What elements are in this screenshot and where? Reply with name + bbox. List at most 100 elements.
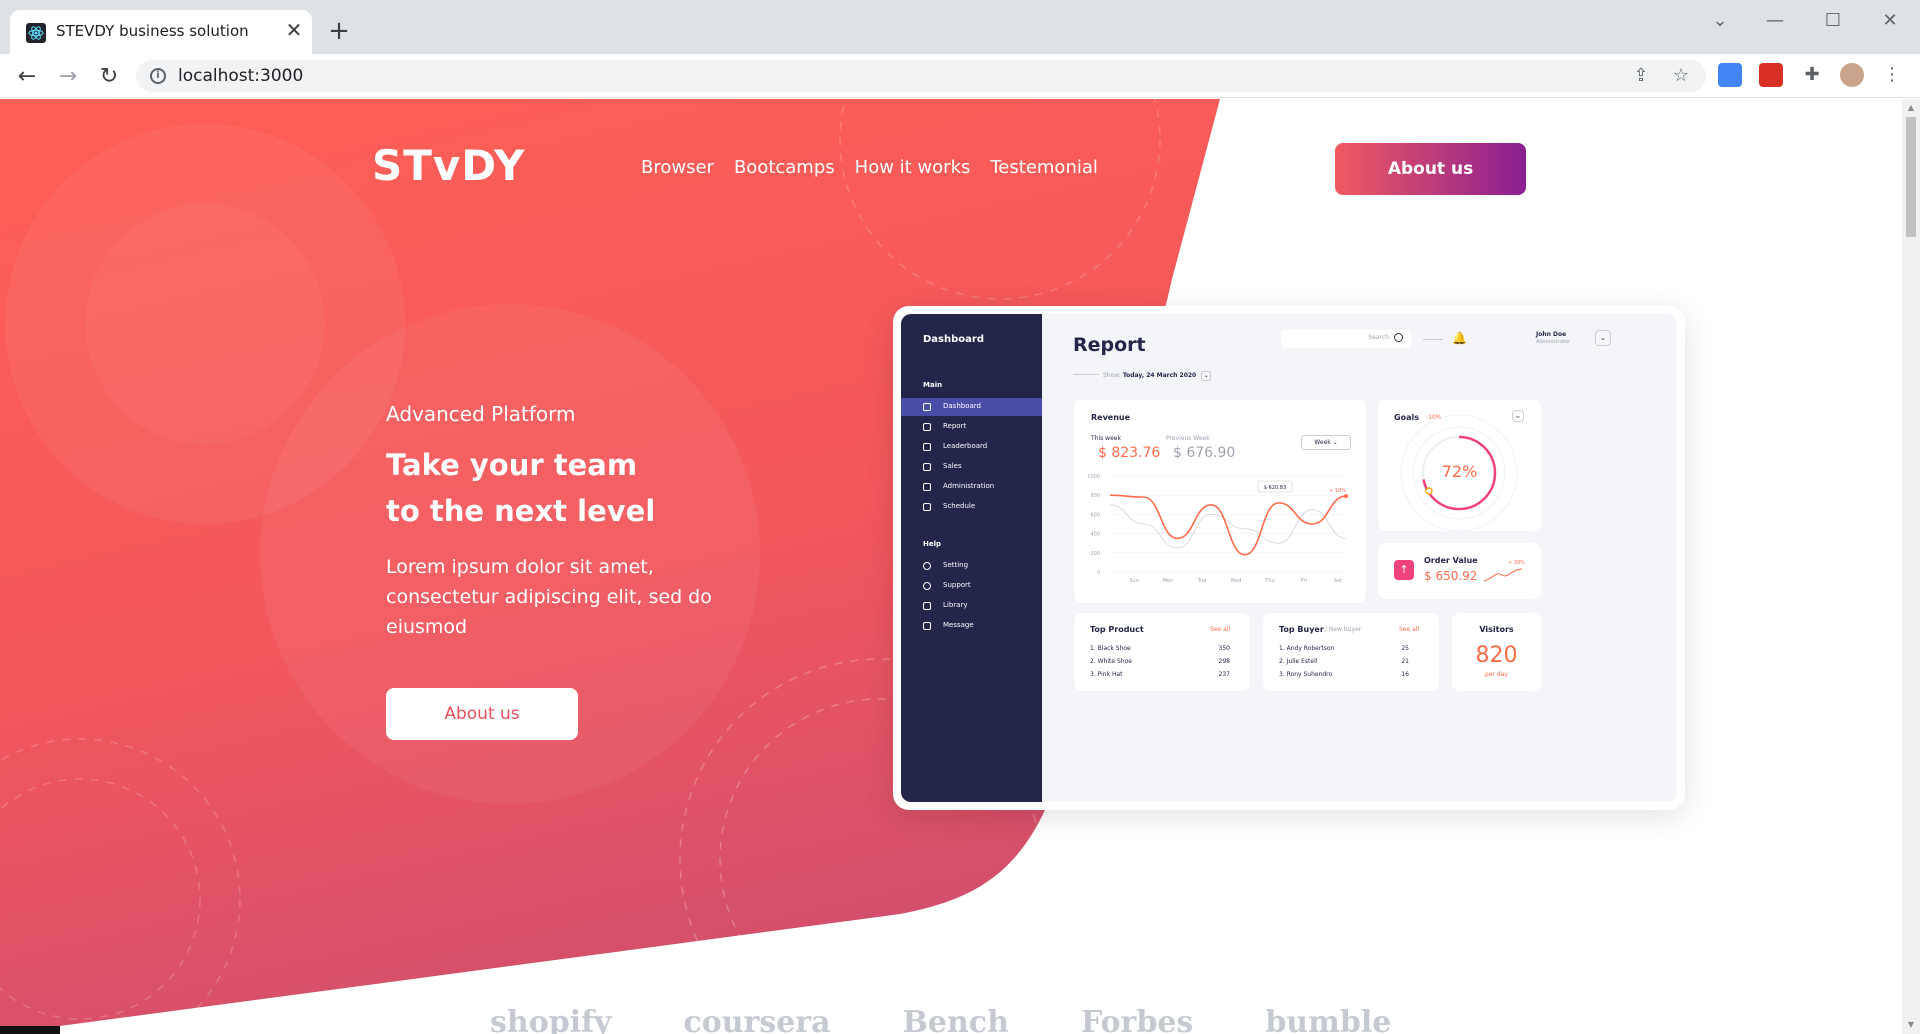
hero-title: Take your team to the next level — [386, 442, 786, 534]
users-icon — [923, 582, 931, 590]
tab-search-chevron-icon[interactable]: ⌄ — [1705, 10, 1735, 32]
forward-button[interactable]: → — [55, 64, 81, 90]
maximize-button[interactable]: ☐ — [1818, 10, 1848, 32]
visitors-unit: per day — [1485, 671, 1508, 678]
top-buyer-card: Top Buyer / New buyer See all 1. Andy Ro… — [1263, 613, 1439, 691]
buyer-row-count: 16 — [1401, 671, 1409, 678]
x-tick-label: Fri — [1301, 578, 1307, 584]
nav-bootcamps[interactable]: Bootcamps — [734, 157, 835, 178]
product-row-name: 1. Black Shoe — [1090, 645, 1131, 652]
nav-how-it-works[interactable]: How it works — [855, 157, 971, 178]
browser-menu-icon[interactable]: ⋮ — [1880, 63, 1904, 87]
this-week-label: This week — [1091, 435, 1121, 442]
bell-icon: 🔔 — [1452, 331, 1467, 345]
dashboard-mockup: Dashboard Main Dashboard Report Leaderbo… — [893, 306, 1685, 810]
bookmark-star-icon[interactable]: ☆ — [1670, 65, 1692, 87]
period-label: Week — [1314, 439, 1331, 446]
mock-item-label: Report — [943, 422, 967, 430]
mock-sidebar-title: Dashboard — [923, 334, 984, 345]
nav-testemonial[interactable]: Testemonial — [990, 157, 1098, 178]
hero-kicker: Advanced Platform — [386, 402, 576, 426]
this-week-value: $ 823.76 — [1098, 445, 1161, 461]
series-line — [1109, 504, 1347, 549]
chevron-down-icon: ⌄ — [1595, 330, 1611, 346]
y-tick-label: 800 — [1090, 493, 1100, 499]
x-tick-label: Sun — [1129, 578, 1139, 584]
brand-bench: Bench — [902, 1005, 1009, 1034]
mock-user-role: Administrator — [1536, 339, 1571, 345]
mock-item-label: Dashboard — [943, 402, 981, 410]
database-icon — [923, 463, 931, 471]
scroll-thumb[interactable] — [1906, 117, 1916, 237]
reload-button[interactable]: ↻ — [96, 64, 122, 90]
header-about-us-button[interactable]: About us — [1335, 143, 1526, 195]
brand-shopify: shopify — [490, 1005, 612, 1034]
mock-sidebar: Dashboard Main Dashboard Report Leaderbo… — [901, 314, 1042, 802]
react-favicon-icon — [26, 23, 46, 43]
window-close-button[interactable]: ✕ — [1875, 10, 1905, 32]
buyer-row-name: 1. Andy Robertson — [1279, 645, 1335, 652]
top-buyer-title: Top Buyer — [1279, 625, 1324, 634]
scroll-up-icon[interactable]: ▲ — [1906, 103, 1916, 113]
omnibox[interactable]: i localhost:3000 ⇪ ☆ — [136, 60, 1706, 92]
scroll-down-icon[interactable]: ▼ — [1906, 1020, 1916, 1030]
mock-item-label: Schedule — [943, 502, 976, 510]
top-product-title: Top Product — [1090, 625, 1144, 634]
mock-item-message: Message — [901, 617, 1042, 635]
page-scrollbar[interactable]: ▲ ▼ — [1902, 99, 1920, 1034]
buyer-row-count: 21 — [1401, 658, 1409, 665]
goals-card: Goals -10% ⌄ 72% — [1378, 400, 1541, 531]
nav-browser[interactable]: Browser — [641, 157, 714, 178]
order-sparkline — [1483, 568, 1523, 582]
mock-item-report: Report — [901, 418, 1042, 436]
product-row-count: 298 — [1218, 658, 1230, 665]
back-button[interactable]: ← — [14, 64, 40, 90]
hero-about-us-button[interactable]: About us — [386, 688, 578, 740]
extension-paw-icon[interactable] — [1759, 63, 1783, 87]
order-value-card: ↑ Order Value $ 650.92 + 20% — [1378, 543, 1541, 599]
x-tick-label: Tue — [1197, 578, 1207, 584]
browser-tab[interactable]: STEVDY business solution ✕ — [10, 10, 312, 54]
hero-text: Lorem ipsum dolor sit amet, consectetur … — [386, 556, 712, 638]
x-tick-label: Wed — [1231, 578, 1242, 584]
product-row-count: 237 — [1218, 671, 1230, 678]
order-value: $ 650.92 — [1424, 569, 1478, 583]
message-icon — [923, 622, 931, 630]
show-value: Today, 24 March 2020 — [1122, 372, 1197, 379]
search-icon — [1394, 333, 1403, 342]
url-text[interactable]: localhost:3000 — [178, 66, 303, 86]
y-tick-label: 0 — [1097, 570, 1100, 576]
mock-divider — [1423, 339, 1443, 340]
mock-item-label: Leaderboard — [943, 442, 988, 450]
hero-title-line2: to the next level — [386, 494, 656, 528]
main-nav: Browser Bootcamps How it works Testemoni… — [641, 157, 1098, 178]
revenue-card: Revenue This week $ 823.76 Previous Week… — [1074, 400, 1366, 603]
product-row-name: 3. Pink Hat — [1090, 671, 1123, 678]
mock-item-label: Administration — [943, 482, 995, 490]
google-translate-icon[interactable] — [1718, 63, 1742, 87]
site-logo[interactable]: STvDY — [372, 141, 526, 190]
order-title: Order Value — [1424, 556, 1478, 565]
chart-tooltip-label: $ 620.83 — [1264, 485, 1286, 491]
product-row-count: 350 — [1218, 645, 1230, 652]
minimize-button[interactable]: — — [1760, 10, 1790, 32]
tab-close-icon[interactable]: ✕ — [282, 18, 306, 42]
y-tick-label: 400 — [1090, 532, 1100, 538]
top-product-card: Top Product See all 1. Black Shoe 350 2.… — [1074, 613, 1250, 691]
new-tab-button[interactable]: + — [325, 17, 353, 45]
brand-coursera: coursera — [683, 1005, 831, 1034]
buyer-row-name: 3. Rony Suhendro — [1279, 671, 1333, 678]
brand-bumble: bumble — [1265, 1005, 1392, 1034]
x-tick-label: Sat — [1334, 578, 1342, 584]
brand-forbes: Forbes — [1080, 1005, 1194, 1034]
extensions-puzzle-icon[interactable]: ✚ — [1800, 63, 1824, 87]
site-info-icon[interactable]: i — [150, 68, 166, 84]
share-icon[interactable]: ⇪ — [1630, 65, 1652, 87]
mock-item-schedule: Schedule — [901, 498, 1042, 516]
gear-icon — [923, 562, 931, 570]
y-tick-label: 200 — [1090, 551, 1100, 557]
profile-avatar[interactable] — [1840, 63, 1864, 87]
x-tick-label: Mon — [1163, 578, 1174, 584]
mock-item-setting: Setting — [901, 557, 1042, 575]
visitors-value: 820 — [1475, 643, 1518, 668]
